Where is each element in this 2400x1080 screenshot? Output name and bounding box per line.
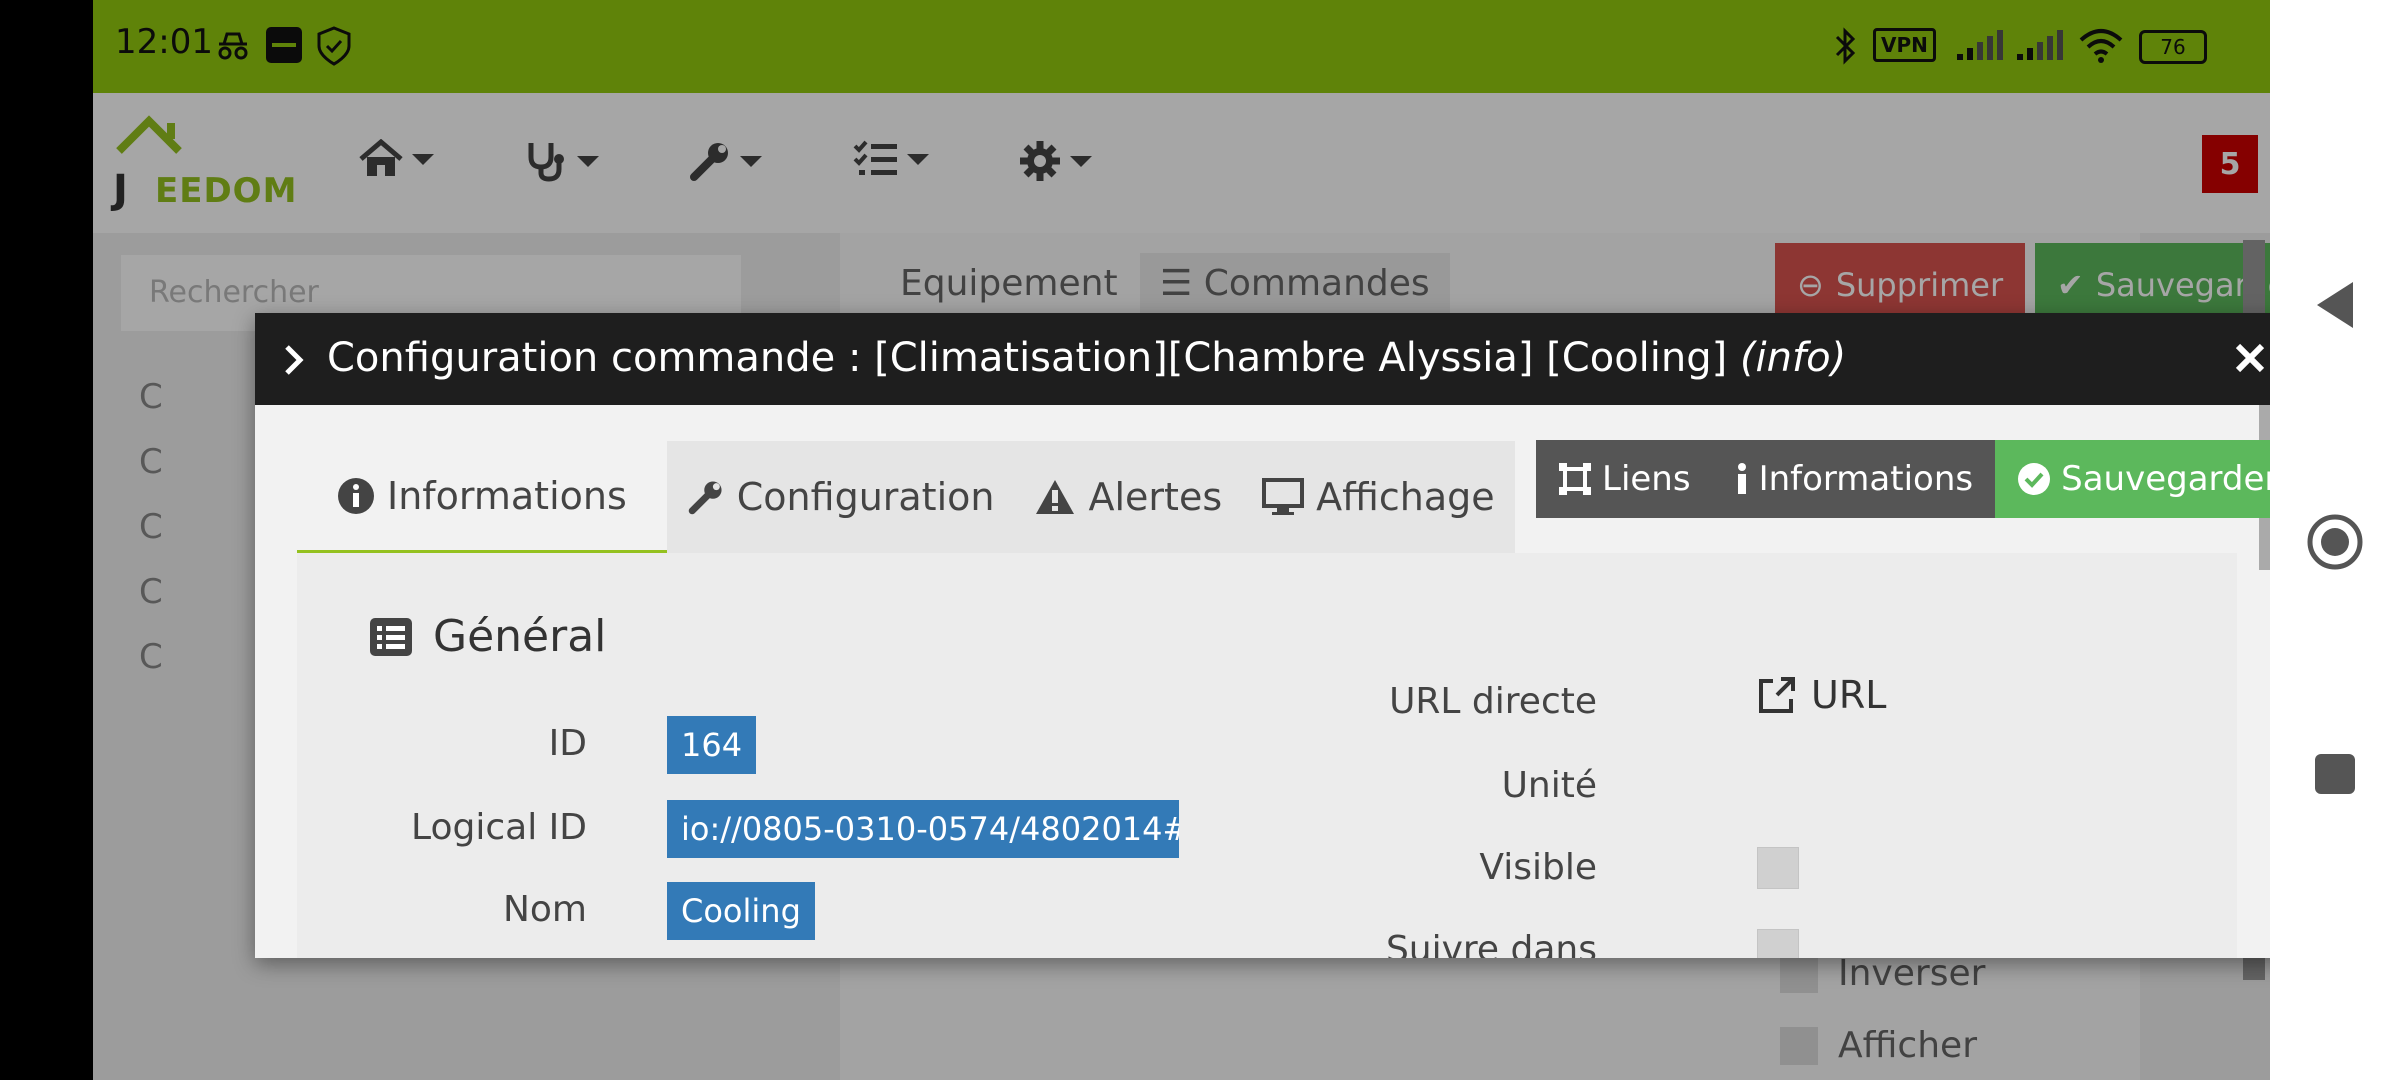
follow-label: Suivre dans [1385, 929, 1597, 958]
name-input[interactable]: Cooling [667, 882, 815, 940]
back-button[interactable] [2270, 280, 2400, 330]
chevron-right-icon [283, 341, 305, 387]
wrench-icon [688, 481, 722, 515]
general-panel: Général ID 164 Logical ID io://0805-0310… [297, 553, 2237, 958]
tab-affichage[interactable]: Affichage [1242, 441, 1515, 553]
list-alt-icon [370, 617, 412, 656]
tab-label: Informations [387, 473, 627, 518]
tab-label: Alertes [1088, 475, 1223, 519]
tab-configuration[interactable]: Configuration [666, 441, 1015, 553]
tab-informations[interactable]: Informations [297, 441, 667, 553]
recents-square-icon [2315, 754, 2355, 794]
url-link[interactable]: URL [1757, 673, 1886, 717]
modal-title-text: Configuration commande : [Climatisation]… [327, 335, 1728, 381]
save-button[interactable]: Sauvegarder [1995, 440, 2270, 518]
device-screen: 12:01 VPN 76 J EEDOM 5 Rechercher C C C … [93, 0, 2270, 1080]
monitor-icon [1262, 478, 1305, 515]
links-button[interactable]: Liens [1536, 440, 1713, 518]
modal-title: Configuration commande : [Climatisation]… [327, 335, 1846, 381]
close-icon[interactable] [2233, 339, 2267, 385]
section-title: Général [433, 611, 607, 662]
url-link-label: URL [1811, 673, 1887, 717]
id-value[interactable]: 164 [667, 716, 757, 774]
recents-button[interactable] [2270, 752, 2400, 796]
warning-icon [1036, 480, 1075, 514]
logical-id-input[interactable]: io://0805-0310-0574/4802014#8_ [667, 800, 1179, 858]
tab-label: Affichage [1316, 475, 1495, 519]
name-label: Nom [502, 889, 587, 930]
tab-alertes[interactable]: Alertes [1014, 441, 1243, 553]
back-triangle-icon [2317, 282, 2353, 328]
informations-label: Informations [1758, 459, 1974, 499]
tab-label: Configuration [736, 475, 995, 519]
modal-title-type: (info) [1739, 335, 1847, 381]
url-directe-label: URL directe [1389, 681, 1597, 722]
visible-checkbox[interactable] [1757, 847, 1799, 889]
info-circle-icon [338, 477, 374, 514]
links-label: Liens [1602, 459, 1691, 499]
logical-id-label: Logical ID [411, 807, 587, 848]
command-config-modal: Configuration commande : [Climatisation]… [255, 313, 2270, 958]
external-link-icon [1759, 677, 1795, 713]
modal-actions: Liens Informations Sauvegarder [1536, 440, 2270, 518]
check-circle-icon [2018, 463, 2051, 495]
id-label: ID [548, 723, 587, 764]
system-navigation-bar [2270, 0, 2400, 1080]
save-label: Sauvegarder [2061, 459, 2270, 499]
follow-checkbox[interactable] [1757, 929, 1799, 958]
config-tabs: Informations Configuration Alertes Affic… [297, 441, 1515, 553]
info-icon [1737, 463, 1746, 494]
links-icon [1559, 463, 1591, 495]
home-button[interactable] [2270, 512, 2400, 572]
modal-body: Informations Configuration Alertes Affic… [255, 405, 2270, 958]
section-general: Général [369, 611, 606, 662]
home-circle-icon [2307, 514, 2363, 570]
unit-label: Unité [1501, 765, 1597, 806]
modal-title-bar[interactable]: Configuration commande : [Climatisation]… [255, 313, 2270, 405]
informations-button[interactable]: Informations [1712, 440, 1996, 518]
visible-label: Visible [1479, 847, 1597, 888]
